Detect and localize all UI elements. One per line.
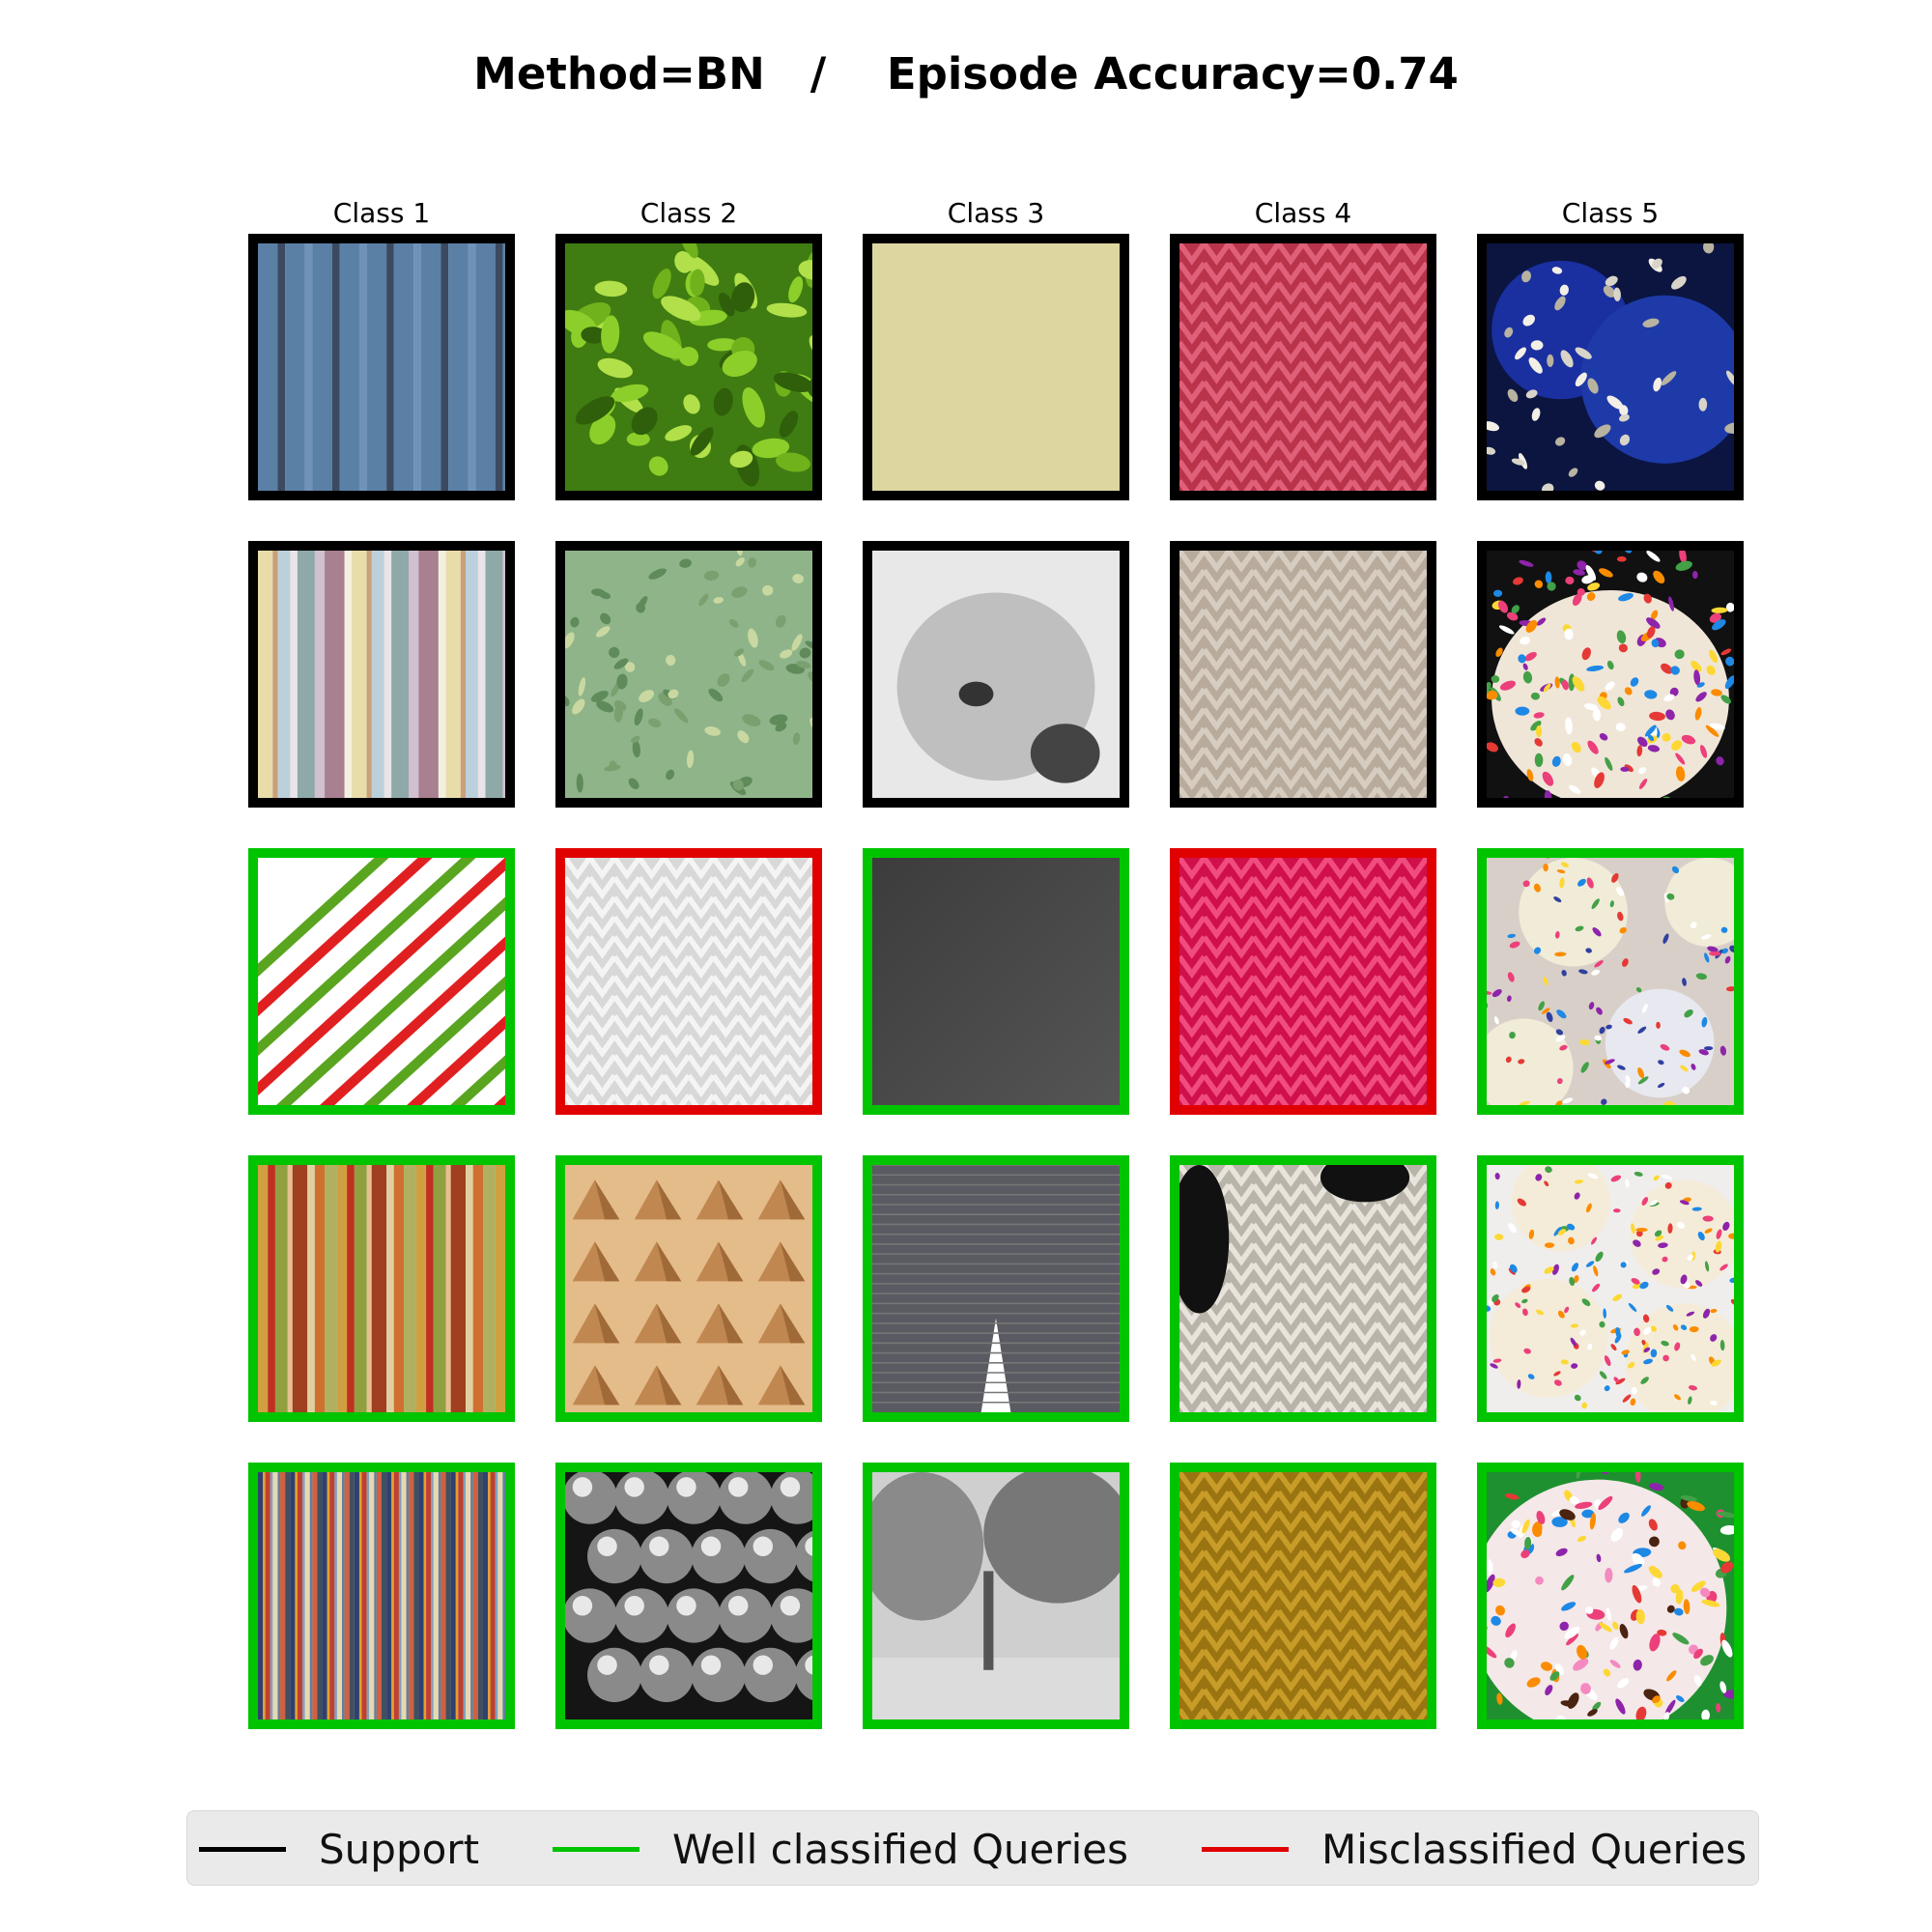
column-label-class-1: Class 1 (332, 197, 431, 229)
tile-r3-c2-misclassified (555, 848, 822, 1115)
tile-r5-c5-well-classified (1477, 1463, 1744, 1729)
rainbow-sprinkles-image (1487, 551, 1734, 798)
column-label-class-2: Class 2 (639, 197, 738, 229)
tile-r4-c5-well-classified (1477, 1155, 1744, 1422)
tile-r1-c4-support (1170, 234, 1436, 500)
blue-silver-sprinkled-balls-image (1487, 243, 1734, 491)
legend-line-well-classified (553, 1846, 639, 1852)
tile-r1-c3-support (863, 234, 1129, 500)
green-bumpy-moss-image (565, 243, 812, 491)
tile-r2-c2-support (555, 541, 822, 808)
figure-title: Method=BN / Episode Accuracy=0.74 (473, 48, 1459, 99)
wooden-pyramid-pattern-image (565, 1165, 812, 1412)
red-knit-image (1179, 243, 1427, 491)
legend: Support Well classified Queries Misclass… (186, 1810, 1759, 1886)
metal-balls-image (565, 1472, 812, 1719)
gray-plaid-pants-image (872, 1165, 1120, 1412)
legend-label-support: Support (319, 1825, 480, 1873)
tile-r5-c2-well-classified (555, 1463, 822, 1729)
pastel-vertical-stripes-image (258, 551, 505, 798)
tile-r4-c1-well-classified (248, 1155, 515, 1422)
dark-gray-fabric-image (872, 858, 1120, 1105)
legend-label-misclassified: Misclassified Queries (1321, 1825, 1747, 1873)
legend-label-well-classified: Well classified Queries (672, 1825, 1129, 1873)
legend-line-support (199, 1846, 286, 1852)
tile-r2-c5-support (1477, 541, 1744, 808)
column-label-class-4: Class 4 (1254, 197, 1352, 229)
tile-r4-c3-well-classified (863, 1155, 1129, 1422)
sprinkled-donut-image (1487, 1472, 1734, 1719)
tile-r3-c4-misclassified (1170, 848, 1436, 1115)
column-label-class-5: Class 5 (1561, 197, 1660, 229)
mustard-cable-knit-image (1179, 1472, 1427, 1719)
sprinkled-cookies-image (1487, 1165, 1734, 1412)
legend-item-misclassified: Misclassified Queries (1202, 1811, 1747, 1887)
tile-r1-c2-support (555, 234, 822, 500)
white-woven-fabric-image (565, 858, 812, 1105)
column-label-class-3: Class 3 (947, 197, 1045, 229)
tile-r2-c1-support (248, 541, 515, 808)
beige-knit-image (1179, 551, 1427, 798)
sprinkled-cake-pops-image (1487, 858, 1734, 1105)
tile-r3-c1-well-classified (248, 848, 515, 1115)
red-green-diagonal-stripes-image (258, 858, 505, 1105)
grayscale-sketch-koala-image (872, 551, 1120, 798)
legend-item-well-classified: Well classified Queries (553, 1811, 1128, 1887)
tile-r5-c4-well-classified (1170, 1463, 1436, 1729)
tile-r3-c3-well-classified (863, 848, 1129, 1115)
multicolor-vertical-stripes-image (258, 1165, 505, 1412)
tile-r2-c3-support (863, 541, 1129, 808)
tile-r5-c1-well-classified (248, 1463, 515, 1729)
tile-r1-c1-support (248, 234, 515, 500)
tile-r4-c2-well-classified (555, 1155, 822, 1422)
thin-multicolor-stripes-image (258, 1472, 505, 1719)
tile-r2-c4-support (1170, 541, 1436, 808)
tile-r4-c4-well-classified (1170, 1155, 1436, 1422)
tile-r1-c5-support (1477, 234, 1744, 500)
grayscale-tree-landscape-image (872, 1472, 1120, 1719)
green-scaly-texture-image (565, 551, 812, 798)
blue-vertical-stripes-image (258, 243, 505, 491)
beige-plain-fabric-image (872, 243, 1120, 491)
legend-line-misclassified (1202, 1846, 1289, 1852)
legend-item-support: Support (199, 1811, 479, 1887)
tile-r3-c5-well-classified (1477, 848, 1744, 1115)
white-knit-image (1179, 1165, 1427, 1412)
tile-r5-c3-well-classified (863, 1463, 1129, 1729)
pink-knit-image (1179, 858, 1427, 1105)
